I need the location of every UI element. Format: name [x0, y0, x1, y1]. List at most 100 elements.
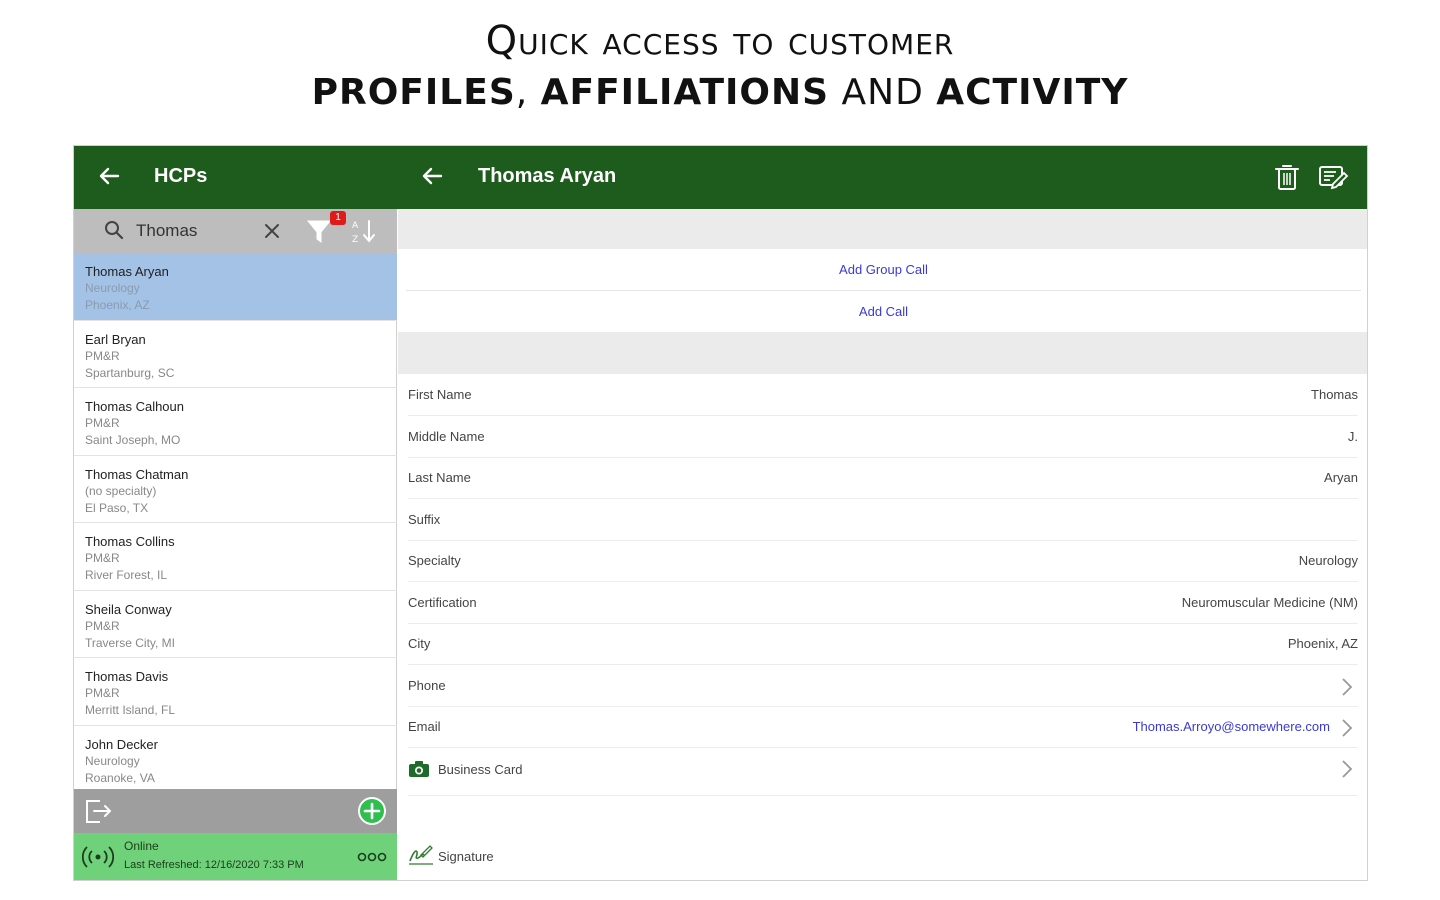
app-header: HCPs Thomas Aryan — [74, 146, 1367, 209]
marketing-headline: Quick access to customer PROFILES, AFFIL… — [0, 14, 1440, 118]
filter-count-badge: 1 — [330, 211, 346, 225]
hcp-specialty: Neurology — [85, 281, 140, 295]
field-value: Aryan — [1324, 470, 1358, 485]
field-label: Specialty — [408, 553, 461, 568]
hcp-name: Sheila Conway — [85, 601, 172, 617]
signature-label: Signature — [438, 849, 494, 864]
field-specialty: Specialty Neurology — [408, 541, 1358, 582]
search-icon — [105, 221, 124, 240]
field-label: Phone — [408, 677, 446, 693]
svg-text:Z: Z — [352, 235, 358, 245]
hcp-list-item[interactable]: Thomas Aryan Neurology Phoenix, AZ — [74, 253, 397, 321]
hcp-name: John Decker — [85, 736, 158, 752]
hcp-list-item[interactable]: Sheila Conway PM&R Traverse City, MI — [74, 591, 397, 658]
headline-and: AND — [829, 72, 937, 113]
hcp-specialty: (no specialty) — [85, 483, 157, 498]
field-certification: Certification Neuromuscular Medicine (NM) — [408, 583, 1358, 624]
field-label: First Name — [408, 387, 472, 402]
hcp-specialty: PM&R — [85, 348, 120, 363]
business-card-label: Business Card — [438, 762, 523, 777]
hcp-name: Thomas Calhoun — [85, 399, 184, 414]
hcp-location: Spartanburg, SC — [85, 365, 175, 380]
detail-back-icon[interactable] — [419, 163, 445, 189]
add-call-link[interactable]: Add Call — [398, 304, 1367, 319]
search-bar: 1 A Z — [74, 209, 397, 253]
svg-text:A: A — [352, 221, 359, 231]
field-last-name: Last Name Aryan — [408, 458, 1358, 499]
field-label: Last Name — [408, 470, 471, 485]
hcp-list-item[interactable]: Earl Bryan PM&R Spartanburg, SC — [74, 321, 397, 388]
chevron-right-icon — [1342, 760, 1353, 778]
hcp-location: Merritt Island, FL — [85, 703, 176, 717]
section-divider — [398, 332, 1367, 374]
hcp-specialty: PM&R — [85, 416, 120, 430]
signature-pen-icon — [409, 845, 433, 865]
filter-icon[interactable] — [306, 217, 332, 245]
chevron-right-icon — [1342, 677, 1353, 696]
hcp-list-item[interactable]: Thomas Chatman (no specialty) El Paso, TX — [74, 456, 397, 523]
hcp-list-item[interactable]: Thomas Collins PM&R River Forest, IL — [74, 523, 397, 591]
field-middle-name: Middle Name J. — [408, 417, 1358, 458]
app-window: HCPs Thomas Aryan Thomas 1 A Z Thomas Ar… — [73, 145, 1368, 881]
hcp-list-pane: 1 A Z Thomas Aryan Neurology Phoenix, AZ Ea… — [74, 209, 397, 880]
business-card-row[interactable]: Business Card — [408, 744, 1358, 796]
hcp-list-item[interactable]: John Decker Neurology Roanoke, VA — [74, 726, 397, 790]
hcp-location: Phoenix, AZ — [85, 298, 150, 312]
headline-affiliations: AFFILIATIONS — [540, 72, 830, 113]
add-group-call-link[interactable]: Add Group Call — [398, 262, 1367, 277]
list-title: HCPs — [154, 165, 208, 187]
hcp-list-item[interactable]: Thomas Calhoun PM&R Saint Joseph, MO — [74, 388, 397, 456]
chevron-right-icon — [1342, 719, 1353, 737]
more-icon[interactable] — [357, 851, 387, 863]
field-label: Certification — [408, 594, 477, 610]
detail-title: Thomas Aryan — [478, 165, 617, 187]
field-value: J. — [1347, 428, 1358, 444]
field-value: Thomas — [1311, 387, 1358, 402]
field-value: Phoenix, AZ — [1287, 636, 1358, 651]
headline-sep: , — [515, 72, 541, 113]
field-suffix: Suffix — [408, 500, 1358, 541]
field-label: Suffix — [408, 511, 441, 527]
search-input[interactable] — [136, 219, 256, 243]
headline-activity: ACTIVITY — [936, 72, 1129, 113]
hcp-specialty: PM&R — [85, 686, 120, 700]
hcp-name: Thomas Davis — [85, 669, 169, 684]
signature-row[interactable]: Signature — [408, 841, 708, 871]
hcp-location: Saint Joseph, MO — [85, 433, 181, 447]
hcp-location: Traverse City, MI — [85, 635, 176, 650]
hcp-location: Roanoke, VA — [85, 770, 155, 785]
divider — [406, 290, 1361, 291]
field-email[interactable]: Email Thomas.Arroyo@somewhere.com — [408, 707, 1358, 748]
field-first-name: First Name Thomas — [408, 375, 1358, 416]
field-city: City Phoenix, AZ — [408, 624, 1358, 665]
section-divider — [398, 209, 1367, 249]
field-label: City — [408, 636, 431, 651]
logout-icon[interactable] — [82, 795, 114, 827]
hcp-detail-pane: Add Group Call Add Call First Name Thomas… — [398, 209, 1367, 880]
field-value[interactable]: Thomas.Arroyo@somewhere.com — [1133, 719, 1330, 734]
online-signal-icon — [82, 846, 114, 868]
list-footer — [74, 789, 397, 833]
hcp-list-item[interactable]: Thomas Davis PM&R Merritt Island, FL — [74, 658, 397, 726]
edit-note-icon[interactable] — [1316, 160, 1350, 194]
field-label: Middle Name — [408, 428, 485, 444]
field-label: Email — [408, 719, 441, 734]
hcp-specialty: Neurology — [85, 753, 140, 768]
headline-line-1: Quick access to customer — [485, 18, 955, 64]
field-value: Neurology — [1298, 553, 1358, 568]
trash-icon[interactable] — [1270, 160, 1304, 194]
hcp-name: Thomas Collins — [85, 534, 175, 549]
sync-status-bar: Online Last Refreshed: 12/16/2020 7:33 P… — [74, 833, 397, 880]
add-hcp-button[interactable] — [357, 796, 387, 826]
close-icon[interactable] — [262, 221, 282, 241]
field-phone[interactable]: Phone — [408, 666, 1358, 707]
hcp-location: El Paso, TX — [85, 500, 149, 515]
hcp-name: Earl Bryan — [85, 331, 146, 347]
hcp-name: Thomas Chatman — [85, 466, 189, 482]
headline-profiles: PROFILES — [311, 72, 516, 113]
field-value: Neuromuscular Medicine (NM) — [1181, 594, 1358, 610]
sort-az-icon[interactable]: A Z — [350, 217, 378, 245]
hcp-specialty: PM&R — [85, 618, 120, 633]
arrow-left-icon[interactable] — [96, 163, 122, 189]
hcp-location: River Forest, IL — [85, 568, 168, 582]
